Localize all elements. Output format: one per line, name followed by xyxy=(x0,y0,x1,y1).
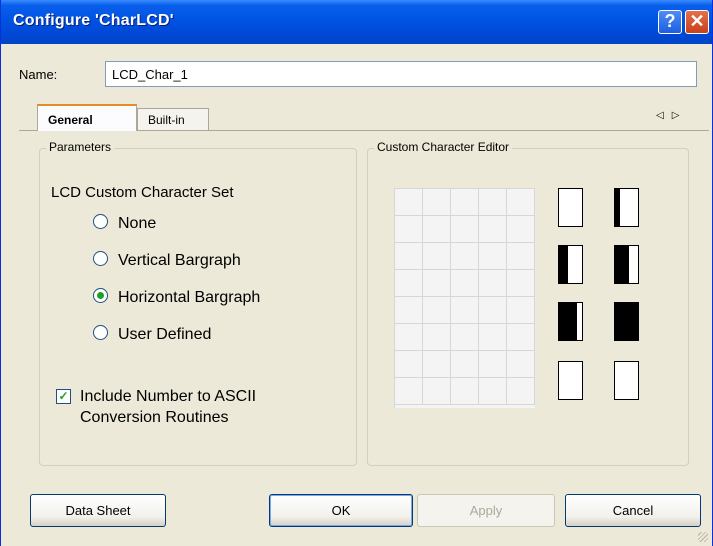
grid-cell[interactable] xyxy=(479,270,507,297)
grid-cell[interactable] xyxy=(479,378,507,405)
close-button[interactable]: ✕ xyxy=(685,10,709,34)
include-ascii-checkbox[interactable]: ✓ Include Number to ASCII Conversion Rou… xyxy=(56,386,256,428)
character-fill xyxy=(615,246,629,283)
radio-vertical-icon[interactable] xyxy=(93,251,108,267)
custom-character-preview[interactable] xyxy=(558,245,583,284)
checkbox-label-line1: Include Number to ASCII xyxy=(80,388,257,405)
grid-cell[interactable] xyxy=(451,189,479,216)
grid-cell[interactable] xyxy=(395,243,423,270)
configure-dialog: Configure 'CharLCD' ? ✕ Name: General Bu… xyxy=(0,0,713,546)
checkbox-label-line2: Conversion Routines xyxy=(80,409,229,426)
radio-horizontal-icon[interactable] xyxy=(93,288,108,304)
scroll-left-icon[interactable]: ◁ xyxy=(656,110,672,121)
grid-cell[interactable] xyxy=(423,351,451,378)
name-input[interactable] xyxy=(105,61,697,87)
help-button[interactable]: ? xyxy=(658,10,682,34)
pixel-grid[interactable] xyxy=(394,188,535,408)
radio-user-defined-icon[interactable] xyxy=(93,325,108,341)
character-fill xyxy=(615,303,638,340)
grid-cell[interactable] xyxy=(507,351,535,378)
checkbox-checked-icon[interactable]: ✓ xyxy=(56,389,71,404)
window-title: Configure 'CharLCD' xyxy=(13,12,174,29)
grid-cell[interactable] xyxy=(423,270,451,297)
grid-cell[interactable] xyxy=(423,297,451,324)
data-sheet-button[interactable]: Data Sheet xyxy=(30,494,166,527)
radio-user-defined[interactable]: User Defined xyxy=(93,325,212,346)
grid-cell[interactable] xyxy=(507,243,535,270)
character-set-heading: LCD Custom Character Set xyxy=(51,184,234,201)
grid-cell[interactable] xyxy=(451,243,479,270)
grid-cell[interactable] xyxy=(479,216,507,243)
grid-cell[interactable] xyxy=(451,378,479,405)
character-fill xyxy=(559,303,578,340)
radio-user-defined-label: User Defined xyxy=(118,326,212,343)
character-fill xyxy=(559,246,569,283)
grid-cell[interactable] xyxy=(395,189,423,216)
tab-strip: General Built-in xyxy=(19,104,709,131)
custom-character-preview[interactable] xyxy=(558,361,583,400)
grid-cell[interactable] xyxy=(423,216,451,243)
custom-character-preview[interactable] xyxy=(614,188,639,227)
radio-vertical-bargraph[interactable]: Vertical Bargraph xyxy=(93,251,241,272)
grid-cell[interactable] xyxy=(507,324,535,351)
parameters-legend: Parameters xyxy=(46,140,115,154)
grid-cell[interactable] xyxy=(507,216,535,243)
custom-character-preview[interactable] xyxy=(614,302,639,341)
character-fill xyxy=(615,189,620,226)
tab-scroll-arrows: ◁▷ xyxy=(656,110,687,121)
cancel-button[interactable]: Cancel xyxy=(565,494,701,527)
resize-grip-icon[interactable] xyxy=(698,532,708,542)
grid-cell[interactable] xyxy=(479,351,507,378)
title-bar[interactable]: Configure 'CharLCD' ? ✕ xyxy=(1,0,712,44)
grid-cell[interactable] xyxy=(395,297,423,324)
grid-cell[interactable] xyxy=(451,216,479,243)
grid-cell[interactable] xyxy=(423,243,451,270)
radio-none[interactable]: None xyxy=(93,214,157,235)
grid-cell[interactable] xyxy=(451,270,479,297)
radio-vertical-label: Vertical Bargraph xyxy=(118,252,241,269)
ok-button[interactable]: OK xyxy=(269,494,413,527)
grid-cell[interactable] xyxy=(507,189,535,216)
radio-none-icon[interactable] xyxy=(93,214,108,230)
tab-general[interactable]: General xyxy=(37,104,137,131)
grid-cell[interactable] xyxy=(423,189,451,216)
grid-cell[interactable] xyxy=(451,351,479,378)
close-icon: ✕ xyxy=(689,11,705,31)
grid-cell[interactable] xyxy=(507,378,535,405)
custom-character-preview[interactable] xyxy=(614,245,639,284)
grid-cell[interactable] xyxy=(507,270,535,297)
grid-cell[interactable] xyxy=(395,351,423,378)
grid-cell[interactable] xyxy=(479,324,507,351)
editor-legend: Custom Character Editor xyxy=(374,140,513,154)
grid-cell[interactable] xyxy=(395,270,423,297)
grid-cell[interactable] xyxy=(451,324,479,351)
custom-character-preview[interactable] xyxy=(558,302,583,341)
radio-none-label: None xyxy=(118,215,157,232)
grid-cell[interactable] xyxy=(479,189,507,216)
grid-cell[interactable] xyxy=(479,243,507,270)
tab-built-in[interactable]: Built-in xyxy=(137,108,209,130)
grid-cell[interactable] xyxy=(395,324,423,351)
custom-character-preview[interactable] xyxy=(614,361,639,400)
radio-horizontal-bargraph[interactable]: Horizontal Bargraph xyxy=(93,288,261,309)
name-label: Name: xyxy=(19,67,58,82)
grid-cell[interactable] xyxy=(423,324,451,351)
scroll-right-icon[interactable]: ▷ xyxy=(672,110,688,121)
grid-cell[interactable] xyxy=(479,297,507,324)
grid-cell[interactable] xyxy=(507,297,535,324)
apply-button: Apply xyxy=(417,494,555,527)
radio-horizontal-label: Horizontal Bargraph xyxy=(118,289,261,306)
grid-cell[interactable] xyxy=(451,297,479,324)
grid-cell[interactable] xyxy=(395,216,423,243)
help-icon: ? xyxy=(664,11,676,31)
custom-character-preview[interactable] xyxy=(558,188,583,227)
grid-cell[interactable] xyxy=(395,378,423,405)
grid-cell[interactable] xyxy=(423,378,451,405)
